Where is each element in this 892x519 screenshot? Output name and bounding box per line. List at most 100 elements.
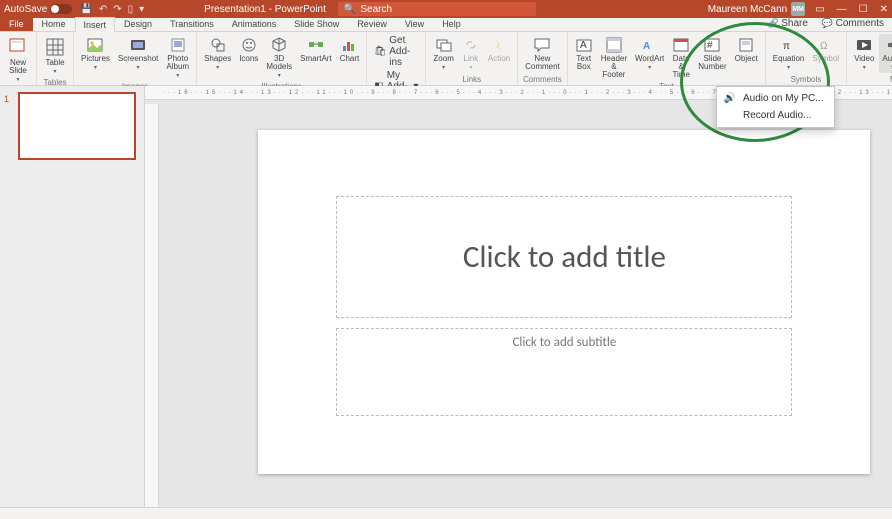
new-slide-icon: [7, 36, 29, 58]
redo-icon[interactable]: ↷: [113, 4, 121, 15]
workspace: 1 ···16···15···14···13···12···11···10···…: [0, 86, 892, 507]
qat-dropdown-icon[interactable]: ▾: [139, 4, 144, 15]
user-account[interactable]: Maureen McCann MM: [708, 2, 805, 16]
photo-album-button[interactable]: Photo Album▾: [163, 34, 192, 81]
photo-album-icon: [169, 36, 187, 54]
get-addins-button[interactable]: 🛍Get Add-ins: [371, 34, 421, 69]
title-placeholder[interactable]: Click to add title: [336, 196, 792, 318]
speaker-icon: 🔊: [723, 93, 737, 104]
audio-icon: [884, 36, 892, 54]
shapes-icon: [209, 36, 227, 54]
store-icon: 🛍: [374, 46, 386, 58]
shapes-button[interactable]: Shapes▾: [201, 34, 234, 73]
subtitle-placeholder-text: Click to add subtitle: [512, 335, 616, 350]
text-box-button[interactable]: AText Box: [572, 34, 596, 73]
smartart-button[interactable]: SmartArt: [297, 34, 335, 65]
maximize-icon[interactable]: ☐: [859, 4, 868, 15]
svg-text:A: A: [580, 40, 587, 51]
ribbon-tabs: File Home Insert Design Transitions Anim…: [0, 18, 892, 32]
autosave-label: AutoSave: [4, 4, 47, 15]
3d-models-button[interactable]: 3D Models▾: [263, 34, 295, 81]
action-icon: [490, 36, 508, 54]
svg-text:Ω: Ω: [820, 41, 828, 52]
minimize-icon[interactable]: —: [837, 4, 847, 15]
thumbnails-pane[interactable]: 1: [0, 86, 145, 507]
slide-canvas-area[interactable]: Click to add title Click to add subtitle: [145, 100, 892, 507]
tab-view[interactable]: View: [396, 16, 433, 31]
audio-dropdown: 🔊Audio on My PC... Record Audio...: [716, 86, 835, 128]
slidenumber-icon: #: [703, 36, 721, 54]
link-icon: [462, 36, 480, 54]
new-slide-button[interactable]: New Slide▾: [4, 34, 32, 85]
audio-on-my-pc[interactable]: 🔊Audio on My PC...: [717, 90, 834, 107]
header-footer-button[interactable]: Header & Footer: [598, 34, 630, 81]
user-avatar: MM: [791, 2, 805, 16]
search-icon: 🔍: [344, 4, 356, 15]
equation-button[interactable]: πEquation▾: [770, 34, 808, 73]
group-comments: Comments: [523, 74, 562, 85]
header-footer-icon: [605, 36, 623, 54]
symbol-button[interactable]: ΩSymbol: [809, 34, 842, 65]
tab-home[interactable]: Home: [33, 16, 75, 31]
tab-file[interactable]: File: [0, 16, 33, 31]
svg-text:π: π: [783, 41, 790, 52]
slide-thumbnail-1[interactable]: [18, 92, 136, 160]
wordart-icon: A: [641, 36, 659, 54]
tab-insert[interactable]: Insert: [75, 17, 116, 32]
zoom-icon: [435, 36, 453, 54]
svg-text:A: A: [643, 41, 650, 52]
slide-number-button[interactable]: #Slide Number: [695, 34, 729, 73]
object-icon: [737, 36, 755, 54]
autosave-toggle[interactable]: AutoSave: [4, 4, 72, 15]
slide-editor: ···16···15···14···13···12···11···10···9·…: [145, 86, 892, 507]
comments-button[interactable]: 💬 Comments: [818, 16, 888, 31]
document-title: Presentation1 - PowerPoint: [204, 4, 326, 15]
table-button[interactable]: Table▾: [41, 34, 69, 77]
subtitle-placeholder[interactable]: Click to add subtitle: [336, 328, 792, 416]
record-audio[interactable]: Record Audio...: [717, 107, 834, 124]
icons-icon: [240, 36, 258, 54]
undo-icon[interactable]: ↶: [99, 4, 107, 15]
tab-help[interactable]: Help: [433, 16, 470, 31]
tab-transitions[interactable]: Transitions: [161, 16, 223, 31]
chart-button[interactable]: Chart: [337, 34, 363, 65]
tab-slideshow[interactable]: Slide Show: [285, 16, 348, 31]
video-button[interactable]: Video▾: [851, 34, 877, 73]
user-name: Maureen McCann: [708, 4, 787, 15]
cube-icon: [270, 36, 288, 54]
comment-icon: [533, 36, 551, 54]
share-button[interactable]: 🔗 Share: [764, 16, 812, 31]
date-time-button[interactable]: Date & Time: [669, 34, 693, 81]
thumbnail-number: 1: [4, 94, 9, 104]
ribbon-options-icon[interactable]: ▭: [815, 4, 824, 15]
tab-design[interactable]: Design: [115, 16, 161, 31]
search-box[interactable]: 🔍 Search: [338, 2, 536, 16]
equation-icon: π: [780, 36, 798, 54]
textbox-icon: A: [575, 36, 593, 54]
pictures-button[interactable]: Pictures▾: [78, 34, 113, 73]
save-icon[interactable]: 💾: [80, 4, 92, 15]
smartart-icon: [307, 36, 325, 54]
close-icon[interactable]: ✕: [880, 4, 888, 15]
object-button[interactable]: Object: [732, 34, 761, 65]
screenshot-button[interactable]: Screenshot▾: [115, 34, 161, 73]
audio-button[interactable]: Audio▾: [879, 34, 892, 73]
svg-text:#: #: [707, 40, 713, 51]
video-icon: [855, 36, 873, 54]
zoom-button[interactable]: Zoom▾: [430, 34, 456, 73]
datetime-icon: [672, 36, 690, 54]
action-button[interactable]: Action: [485, 34, 513, 65]
group-links: Links: [462, 74, 481, 85]
table-icon: [44, 36, 66, 58]
slide-1[interactable]: Click to add title Click to add subtitle: [258, 130, 870, 474]
tab-animations[interactable]: Animations: [223, 16, 286, 31]
symbol-icon: Ω: [817, 36, 835, 54]
tab-review[interactable]: Review: [348, 16, 396, 31]
new-comment-button[interactable]: New Comment: [522, 34, 563, 73]
toggle-off-icon: [50, 4, 72, 14]
group-symbols: Symbols: [791, 74, 822, 85]
start-slideshow-icon[interactable]: ▯: [128, 4, 134, 15]
wordart-button[interactable]: AWordArt▾: [632, 34, 667, 73]
icons-button[interactable]: Icons: [236, 34, 261, 65]
link-button[interactable]: Link▾: [459, 34, 483, 73]
